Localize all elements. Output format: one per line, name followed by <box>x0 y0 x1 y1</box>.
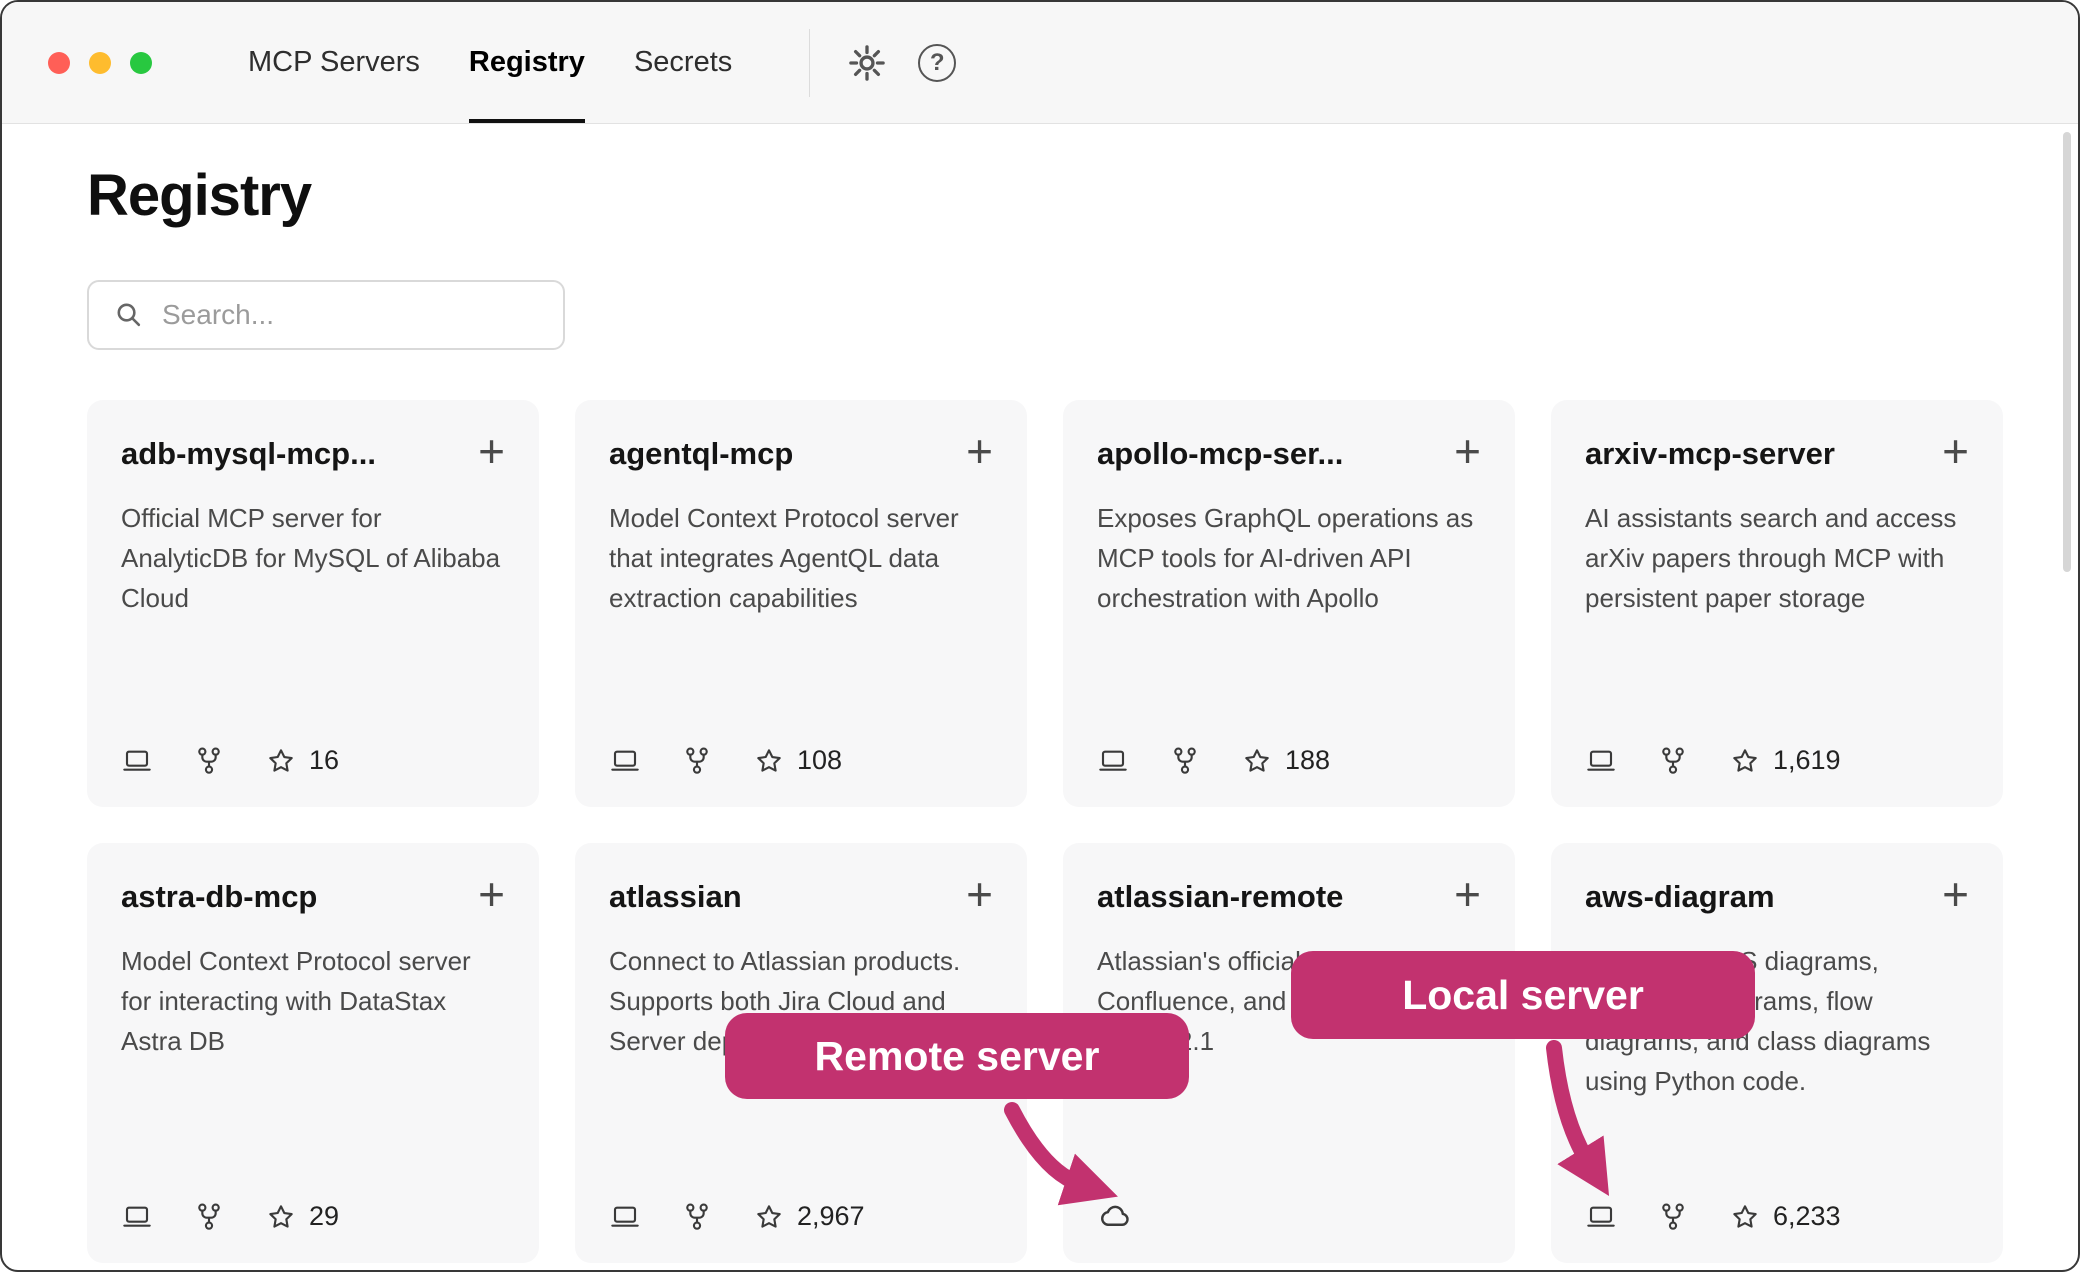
server-name: atlassian-remote <box>1097 879 1343 915</box>
github-icon <box>193 745 225 777</box>
star-icon <box>1241 745 1273 777</box>
star-icon <box>265 1201 297 1233</box>
laptop-icon <box>609 745 641 777</box>
laptop-icon <box>609 1201 641 1233</box>
server-card-apollo[interactable]: apollo-mcp-ser... + Exposes GraphQL oper… <box>1063 400 1515 807</box>
titlebar: MCP Servers Registry Secrets ? <box>2 2 2078 124</box>
laptop-icon <box>121 745 153 777</box>
search-icon <box>113 299 144 330</box>
add-server-button[interactable]: + <box>468 436 505 464</box>
star-count: 6,233 <box>1773 1201 1841 1232</box>
remote-server-callout: Remote server <box>725 1013 1189 1099</box>
traffic-lights <box>2 2 152 123</box>
laptop-icon <box>1585 1201 1617 1233</box>
titlebar-divider <box>809 29 810 97</box>
github-icon <box>1169 745 1201 777</box>
add-server-button[interactable]: + <box>956 436 993 464</box>
titlebar-actions: ? <box>846 2 956 123</box>
zoom-button[interactable] <box>130 52 152 74</box>
github-icon <box>1657 745 1689 777</box>
github-icon <box>681 1201 713 1233</box>
close-button[interactable] <box>48 52 70 74</box>
server-description: Exposes GraphQL operations as MCP tools … <box>1097 498 1481 618</box>
server-card-adb-mysql[interactable]: adb-mysql-mcp... + Official MCP server f… <box>87 400 539 807</box>
add-server-button[interactable]: + <box>1444 436 1481 464</box>
page-title: Registry <box>87 164 2003 228</box>
github-icon <box>193 1201 225 1233</box>
star-icon <box>1729 1201 1761 1233</box>
scrollbar[interactable] <box>2063 132 2071 572</box>
add-server-button[interactable]: + <box>1932 879 1969 907</box>
server-description: Model Context Protocol server that integ… <box>609 498 993 618</box>
server-name: arxiv-mcp-server <box>1585 436 1835 472</box>
laptop-icon <box>1585 745 1617 777</box>
cloud-icon <box>1097 1197 1133 1233</box>
server-card-aws-diagram[interactable]: aws-diagram + Generate AWS diagrams, seq… <box>1551 843 2003 1263</box>
server-name: aws-diagram <box>1585 879 1775 915</box>
search-input[interactable] <box>162 299 539 331</box>
tab-mcp-servers[interactable]: MCP Servers <box>248 2 420 123</box>
server-name: agentql-mcp <box>609 436 793 472</box>
add-server-button[interactable]: + <box>1932 436 1969 464</box>
server-card-grid: adb-mysql-mcp... + Official MCP server f… <box>87 400 2003 1263</box>
server-description: Official MCP server for AnalyticDB for M… <box>121 498 505 618</box>
server-name: astra-db-mcp <box>121 879 317 915</box>
search-box[interactable] <box>87 280 565 350</box>
add-server-button[interactable]: + <box>468 879 505 907</box>
help-icon[interactable]: ? <box>918 44 956 82</box>
server-card-arxiv[interactable]: arxiv-mcp-server + AI assistants search … <box>1551 400 2003 807</box>
local-server-callout: Local server <box>1291 951 1755 1039</box>
star-count: 2,967 <box>797 1201 865 1232</box>
star-count: 108 <box>797 745 842 776</box>
server-name: adb-mysql-mcp... <box>121 436 376 472</box>
star-count: 29 <box>309 1201 339 1232</box>
tab-registry[interactable]: Registry <box>469 2 585 123</box>
tab-secrets[interactable]: Secrets <box>634 2 732 123</box>
server-name: apollo-mcp-ser... <box>1097 436 1343 472</box>
add-server-button[interactable]: + <box>1444 879 1481 907</box>
github-icon <box>681 745 713 777</box>
star-count: 1,619 <box>1773 745 1841 776</box>
server-description: AI assistants search and access arXiv pa… <box>1585 498 1969 618</box>
star-count: 188 <box>1285 745 1330 776</box>
server-card-agentql[interactable]: agentql-mcp + Model Context Protocol ser… <box>575 400 1027 807</box>
github-icon <box>1657 1201 1689 1233</box>
server-description: Model Context Protocol server for intera… <box>121 941 505 1061</box>
star-icon <box>753 1201 785 1233</box>
star-icon <box>1729 745 1761 777</box>
server-card-astra-db[interactable]: astra-db-mcp + Model Context Protocol se… <box>87 843 539 1263</box>
star-count: 16 <box>309 745 339 776</box>
laptop-icon <box>121 1201 153 1233</box>
star-icon <box>753 745 785 777</box>
app-window: MCP Servers Registry Secrets ? Registry <box>0 0 2080 1272</box>
laptop-icon <box>1097 745 1129 777</box>
minimize-button[interactable] <box>89 52 111 74</box>
add-server-button[interactable]: + <box>956 879 993 907</box>
star-icon <box>265 745 297 777</box>
tab-bar: MCP Servers Registry Secrets <box>248 2 781 123</box>
settings-gear-icon[interactable] <box>846 42 888 84</box>
server-name: atlassian <box>609 879 742 915</box>
